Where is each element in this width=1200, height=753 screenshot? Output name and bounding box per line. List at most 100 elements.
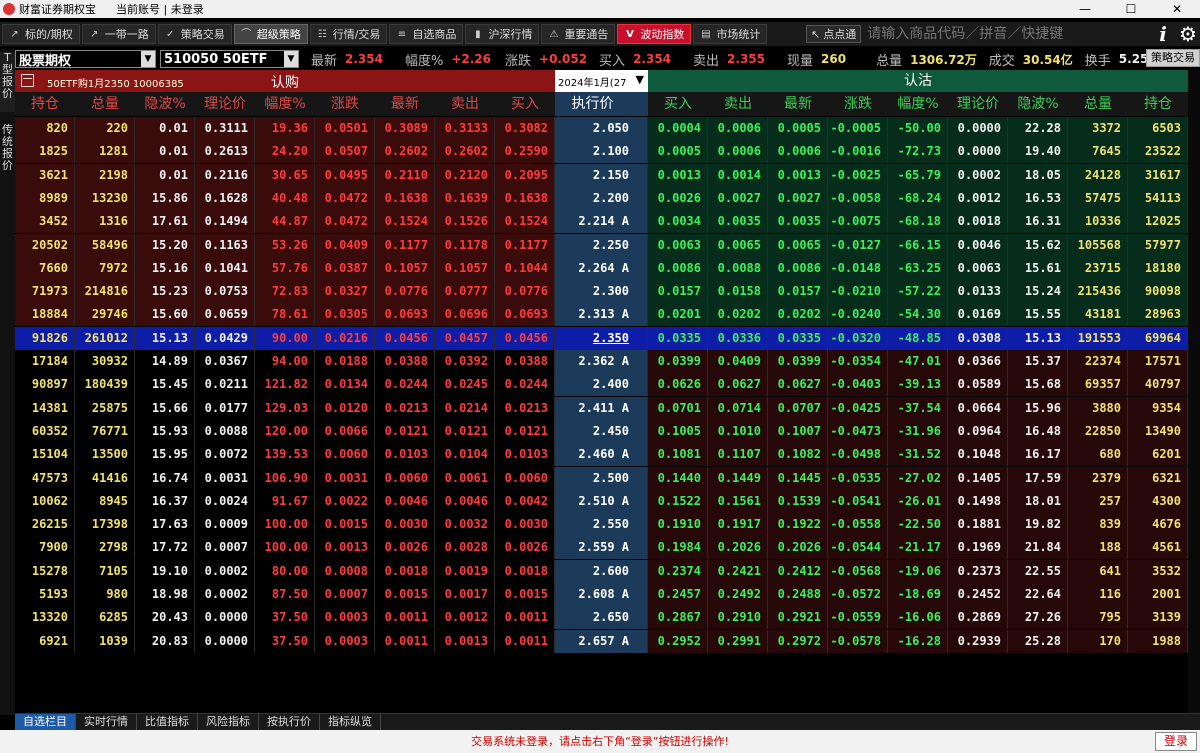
- call-cell[interactable]: 0.0002: [195, 583, 255, 606]
- put-cell[interactable]: 257: [1068, 489, 1128, 513]
- put-cell[interactable]: 0.0201: [648, 303, 708, 327]
- table-row[interactable]: 47573 41416 16.74 0.0031 106.90 0.0031 0.0060 0…: [15, 466, 1188, 490]
- call-cell[interactable]: 0.0472: [315, 210, 375, 234]
- put-cell[interactable]: 17571: [1128, 350, 1188, 373]
- minimize-button[interactable]: —: [1062, 0, 1108, 18]
- call-cell[interactable]: 0.1526: [435, 210, 495, 234]
- put-cell[interactable]: 16.17: [1008, 443, 1068, 467]
- call-cell[interactable]: 0.0003: [315, 629, 375, 653]
- table-row[interactable]: 5193 980 18.98 0.0002 87.50 0.0007 0.0015 0.001…: [15, 583, 1188, 606]
- call-cell[interactable]: 0.0030: [375, 513, 435, 537]
- call-cell[interactable]: 0.0392: [435, 350, 495, 373]
- strike-cell[interactable]: 2.400: [555, 373, 648, 397]
- call-cell[interactable]: 15.45: [135, 373, 195, 397]
- put-cell[interactable]: 0.0335: [768, 326, 828, 350]
- put-cell[interactable]: 6321: [1128, 466, 1188, 490]
- call-cell[interactable]: 0.1041: [195, 256, 255, 280]
- call-cell[interactable]: 0.0507: [315, 140, 375, 164]
- call-cell[interactable]: 87.50: [255, 583, 315, 606]
- call-cell[interactable]: 0.0457: [435, 326, 495, 350]
- put-cell[interactable]: -0.0541: [828, 489, 888, 513]
- call-cell[interactable]: 0.0501: [315, 117, 375, 140]
- call-cell[interactable]: 25875: [75, 396, 135, 420]
- call-cell[interactable]: 18884: [15, 303, 75, 327]
- put-cell[interactable]: 16.53: [1008, 186, 1068, 210]
- call-cell[interactable]: 58496: [75, 233, 135, 257]
- call-column-header[interactable]: 最新: [375, 92, 435, 116]
- call-cell[interactable]: 0.0388: [495, 350, 555, 373]
- call-cell[interactable]: 6921: [15, 629, 75, 653]
- put-cell[interactable]: -0.0016: [828, 140, 888, 164]
- toolbar-button-4[interactable]: ☷ 行情/交易: [309, 24, 388, 44]
- call-cell[interactable]: 0.2602: [435, 140, 495, 164]
- call-cell[interactable]: 0.3089: [375, 117, 435, 140]
- call-cell[interactable]: 980: [75, 583, 135, 606]
- put-cell[interactable]: -0.0025: [828, 163, 888, 187]
- put-cell[interactable]: 0.0014: [708, 163, 768, 187]
- call-cell[interactable]: 13230: [75, 186, 135, 210]
- put-cell[interactable]: -21.17: [888, 536, 948, 560]
- call-cell[interactable]: 261012: [75, 326, 135, 350]
- call-column-header[interactable]: 幅度%: [255, 92, 315, 116]
- call-cell[interactable]: 91.67: [255, 489, 315, 513]
- put-cell[interactable]: 0.2457: [648, 583, 708, 606]
- call-cell[interactable]: 71973: [15, 280, 75, 304]
- table-row[interactable]: 820 220 0.01 0.3111 19.36 0.0501 0.3089 0.3133 0…: [15, 117, 1188, 140]
- put-cell[interactable]: 0.0308: [948, 326, 1008, 350]
- put-cell[interactable]: 0.1922: [768, 513, 828, 537]
- call-cell[interactable]: 0.0216: [315, 326, 375, 350]
- put-cell[interactable]: 680: [1068, 443, 1128, 467]
- call-cell[interactable]: 13320: [15, 606, 75, 630]
- call-cell[interactable]: 0.0777: [435, 280, 495, 304]
- call-cell[interactable]: 0.0305: [315, 303, 375, 327]
- put-cell[interactable]: -22.50: [888, 513, 948, 537]
- put-cell[interactable]: 0.0006: [708, 140, 768, 164]
- call-cell[interactable]: 0.0387: [315, 256, 375, 280]
- call-cell[interactable]: 0.2590: [495, 140, 555, 164]
- put-cell[interactable]: 12025: [1128, 210, 1188, 234]
- call-cell[interactable]: 15.23: [135, 280, 195, 304]
- call-cell[interactable]: 0.0000: [195, 629, 255, 653]
- put-cell[interactable]: 17.59: [1008, 466, 1068, 490]
- call-cell[interactable]: 0.0693: [495, 303, 555, 327]
- put-cell[interactable]: 4300: [1128, 489, 1188, 513]
- call-cell[interactable]: 0.01: [135, 117, 195, 140]
- put-cell[interactable]: 0.1498: [948, 489, 1008, 513]
- call-cell[interactable]: 7660: [15, 256, 75, 280]
- put-cell[interactable]: 0.0065: [708, 233, 768, 257]
- strike-cell[interactable]: 2.300: [555, 280, 648, 304]
- call-cell[interactable]: 16.37: [135, 489, 195, 513]
- bottom-tab[interactable]: 风险指标: [198, 714, 259, 730]
- call-cell[interactable]: 0.1177: [375, 233, 435, 257]
- put-cell[interactable]: 0.1082: [768, 443, 828, 467]
- table-row[interactable]: 15104 13500 15.95 0.0072 139.53 0.0060 0.0103 0…: [15, 443, 1188, 467]
- call-cell[interactable]: 15.93: [135, 419, 195, 443]
- put-cell[interactable]: 0.0065: [768, 233, 828, 257]
- put-cell[interactable]: 0.0018: [948, 210, 1008, 234]
- put-column-header[interactable]: 涨跌: [828, 92, 888, 116]
- put-cell[interactable]: 0.0589: [948, 373, 1008, 397]
- put-cell[interactable]: 54113: [1128, 186, 1188, 210]
- strike-cell[interactable]: 2.657 A: [555, 629, 648, 653]
- put-cell[interactable]: 0.2991: [708, 629, 768, 653]
- call-cell[interactable]: 0.0019: [435, 559, 495, 583]
- put-cell[interactable]: 0.2421: [708, 559, 768, 583]
- toolbar-button-8[interactable]: V 波动指数: [617, 24, 692, 44]
- product-select[interactable]: 股票期权 ▼: [15, 50, 156, 69]
- put-cell[interactable]: 0.2026: [708, 536, 768, 560]
- put-cell[interactable]: 16.48: [1008, 419, 1068, 443]
- put-cell[interactable]: -31.96: [888, 419, 948, 443]
- call-column-header[interactable]: 总量: [75, 92, 135, 116]
- call-cell[interactable]: 121.82: [255, 373, 315, 397]
- put-cell[interactable]: 0.1440: [648, 466, 708, 490]
- table-row[interactable]: 71973 214816 15.23 0.0753 72.83 0.0327 0.0776 0…: [15, 280, 1188, 304]
- call-cell[interactable]: 0.0388: [375, 350, 435, 373]
- call-cell[interactable]: 37.50: [255, 606, 315, 630]
- put-cell[interactable]: 0.0005: [768, 117, 828, 140]
- call-cell[interactable]: 0.1044: [495, 256, 555, 280]
- put-cell[interactable]: -0.0075: [828, 210, 888, 234]
- bottom-tab[interactable]: 自选栏目: [15, 714, 76, 730]
- call-cell[interactable]: 1039: [75, 629, 135, 653]
- put-cell[interactable]: 0.0627: [708, 373, 768, 397]
- call-cell[interactable]: 15278: [15, 559, 75, 583]
